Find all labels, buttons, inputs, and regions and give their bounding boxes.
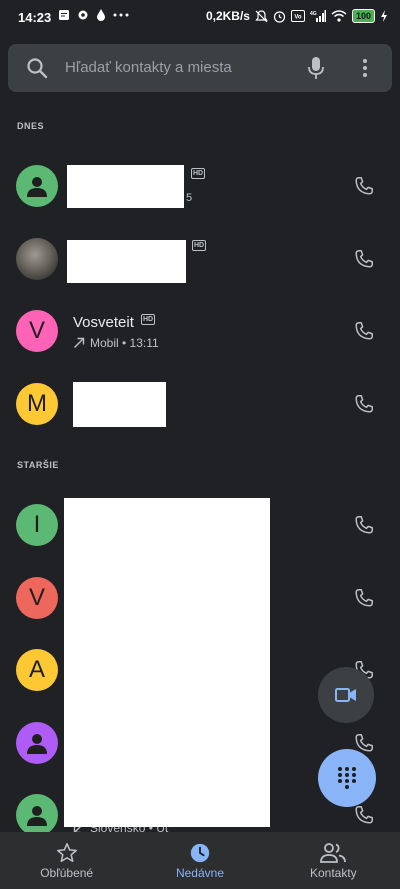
nav-contacts[interactable]: Kontakty [267, 832, 400, 889]
phone-icon[interactable] [353, 587, 375, 609]
drop-icon [97, 9, 105, 21]
svg-text:Vo: Vo [294, 15, 302, 21]
avatar: A [16, 649, 58, 691]
nav-favorites-label: Obľúbené [40, 866, 94, 880]
video-camera-icon [335, 688, 356, 702]
phone-icon[interactable] [353, 248, 375, 270]
person-icon [27, 734, 47, 754]
nav-recents[interactable]: Nedávne [133, 832, 266, 889]
search-icon[interactable] [26, 57, 48, 79]
bottom-navigation: Obľúbené Nedávne Kontakty [0, 832, 400, 889]
avatar-photo [16, 238, 58, 280]
avatar [16, 165, 58, 207]
search-input[interactable]: Hľadať kontakty a miesta [65, 59, 232, 76]
phone-icon[interactable] [353, 393, 375, 415]
settings-icon [78, 10, 88, 20]
avatar-letter: I [33, 511, 41, 538]
avatar: I [16, 504, 58, 546]
charging-icon [381, 10, 387, 22]
avatar-letter: V [28, 584, 45, 611]
search-bar[interactable]: Hľadať kontakty a miesta [8, 44, 392, 92]
net-speed: 0,2KB/s [205, 9, 250, 23]
avatar: V [16, 577, 58, 619]
mute-icon [255, 9, 268, 22]
avatar-letter: A [28, 656, 45, 683]
contact-name: Vosveteit [73, 314, 134, 331]
clock-icon [190, 843, 210, 863]
nav-favorites[interactable]: Obľúbené [0, 832, 133, 889]
video-call-button[interactable] [318, 667, 374, 723]
avatar-letter: M [27, 390, 47, 417]
call-detail: Mobil • 13:11 [90, 336, 159, 350]
signal-icon: 4G [310, 10, 326, 22]
call-log-row[interactable]: V Vosveteit HD Mobil • 13:11 [0, 296, 400, 366]
section-header-today: DNES [17, 121, 45, 131]
status-bar: 14:23 0,2KB/s Vo 4G 100 [0, 0, 400, 36]
phone-icon[interactable] [353, 175, 375, 197]
phone-icon[interactable] [353, 514, 375, 536]
dialpad-icon [338, 767, 356, 789]
person-icon [27, 177, 47, 197]
redacted-block [64, 498, 270, 827]
more-options-icon[interactable] [362, 58, 368, 78]
wifi-icon [331, 10, 347, 22]
call-log-row[interactable]: HD [0, 224, 400, 294]
svg-text:4G: 4G [310, 11, 317, 17]
outgoing-call-arrow-icon [74, 337, 85, 348]
person-icon [27, 806, 47, 826]
phone-icon[interactable] [353, 320, 375, 342]
alarm-icon [273, 10, 286, 23]
redacted-contact-name [67, 165, 184, 208]
call-log-row[interactable]: HD 5 [0, 151, 400, 221]
avatar [16, 794, 58, 836]
nav-recents-label: Nedávne [175, 866, 225, 880]
star-icon [56, 843, 77, 863]
nav-contacts-label: Kontakty [309, 866, 357, 880]
phone-icon[interactable] [353, 804, 375, 826]
clock: 14:23 [18, 10, 52, 25]
hd-badge: HD [192, 240, 207, 251]
redacted-contact-name [73, 382, 166, 427]
microphone-icon[interactable] [308, 56, 324, 80]
avatar-letter: V [28, 317, 45, 344]
redacted-contact-name [67, 240, 186, 283]
message-icon [59, 10, 69, 20]
call-log-row[interactable]: M [0, 369, 400, 439]
battery-icon: 100 [351, 9, 375, 23]
hd-badge: HD [141, 314, 156, 325]
section-header-older: STARŠIE [17, 460, 59, 470]
contacts-icon [320, 843, 347, 863]
volte-icon: Vo [290, 10, 305, 22]
hd-badge: HD [191, 168, 206, 179]
avatar [16, 722, 58, 764]
more-dots-icon [113, 13, 129, 17]
dialpad-button[interactable] [318, 749, 376, 807]
call-detail: 5 [186, 192, 193, 204]
avatar: V [16, 310, 58, 352]
avatar: M [16, 383, 58, 425]
